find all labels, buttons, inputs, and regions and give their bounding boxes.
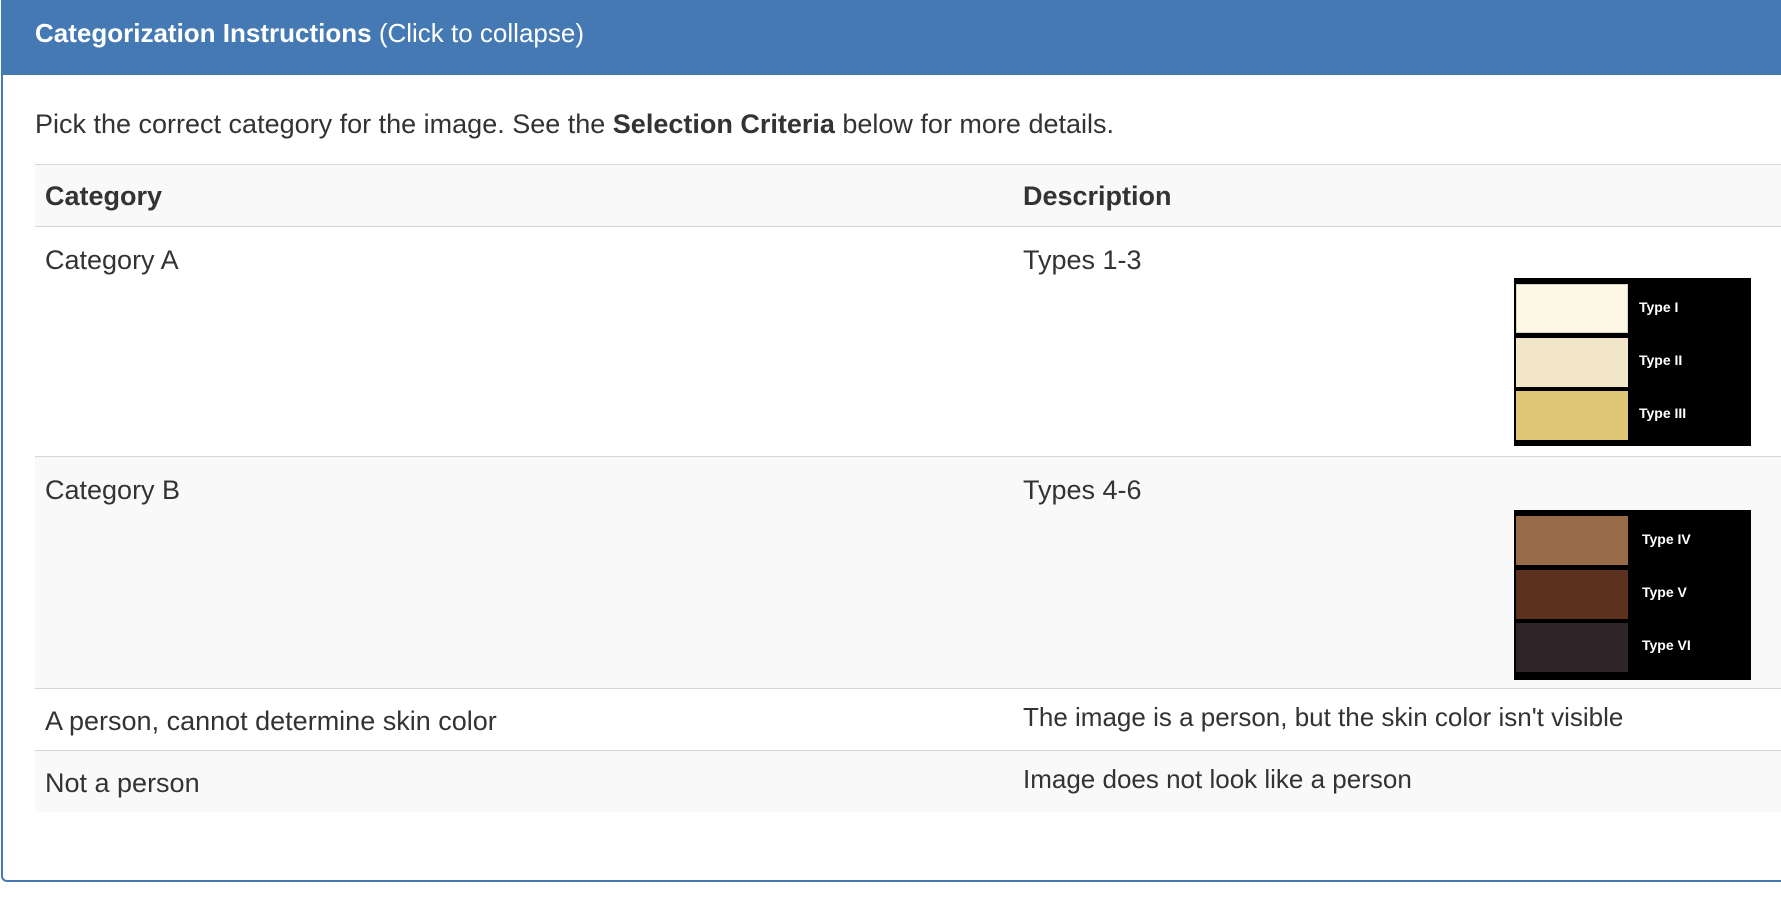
intro-text-before: Pick the correct category for the image.…: [35, 109, 613, 139]
instructions-panel: Categorization Instructions (Click to co…: [1, 0, 1781, 882]
swatch-label: Type VI: [1642, 637, 1691, 653]
column-header-category: Category: [45, 181, 163, 211]
swatch-label: Type III: [1639, 405, 1687, 421]
table-row: Not a person Image does not look like a …: [35, 751, 1781, 812]
intro-text-after: below for more details.: [834, 109, 1114, 139]
intro-bold: Selection Criteria: [612, 109, 835, 139]
intro-text: Pick the correct category for the image.…: [35, 106, 1114, 142]
skin-type-chart-image: Type IV Type V Type VI: [1514, 510, 1751, 680]
collapse-hint: (Click to collapse): [378, 18, 584, 48]
category-description: Image does not look like a person: [1023, 764, 1412, 794]
category-table: Category Description Category A Types 1-…: [35, 164, 1781, 812]
skin-swatch: [1516, 284, 1628, 333]
skin-type-chart-image: Type I Type II Type III: [1514, 278, 1751, 446]
category-name: Not a person: [45, 768, 200, 798]
skin-swatch: [1516, 623, 1628, 672]
category-description: The image is a person, but the skin colo…: [1023, 702, 1624, 732]
skin-swatch: [1516, 516, 1628, 565]
table-row: Category B Types 4-6 Type IV Type V Type…: [35, 457, 1781, 689]
category-description: Types 4-6: [1023, 475, 1142, 505]
skin-swatch: [1516, 570, 1628, 619]
swatch-label: Type IV: [1642, 531, 1691, 547]
category-description: Types 1-3: [1023, 245, 1142, 275]
column-header-description: Description: [1023, 181, 1172, 211]
swatch-label: Type I: [1639, 299, 1679, 315]
table-row: Category A Types 1-3 Type I Type II Type…: [35, 227, 1781, 457]
panel-heading-toggle[interactable]: Categorization Instructions (Click to co…: [3, 0, 1781, 75]
swatch-label: Type V: [1642, 584, 1687, 600]
category-name: A person, cannot determine skin color: [45, 706, 497, 736]
table-header-row: Category Description: [35, 165, 1781, 227]
swatch-label: Type II: [1639, 352, 1683, 368]
table-row: A person, cannot determine skin color Th…: [35, 689, 1781, 751]
category-name: Category A: [45, 245, 179, 275]
panel-title: Categorization Instructions: [35, 18, 372, 48]
category-name: Category B: [45, 475, 181, 505]
skin-swatch: [1516, 338, 1628, 387]
skin-swatch: [1516, 391, 1628, 440]
